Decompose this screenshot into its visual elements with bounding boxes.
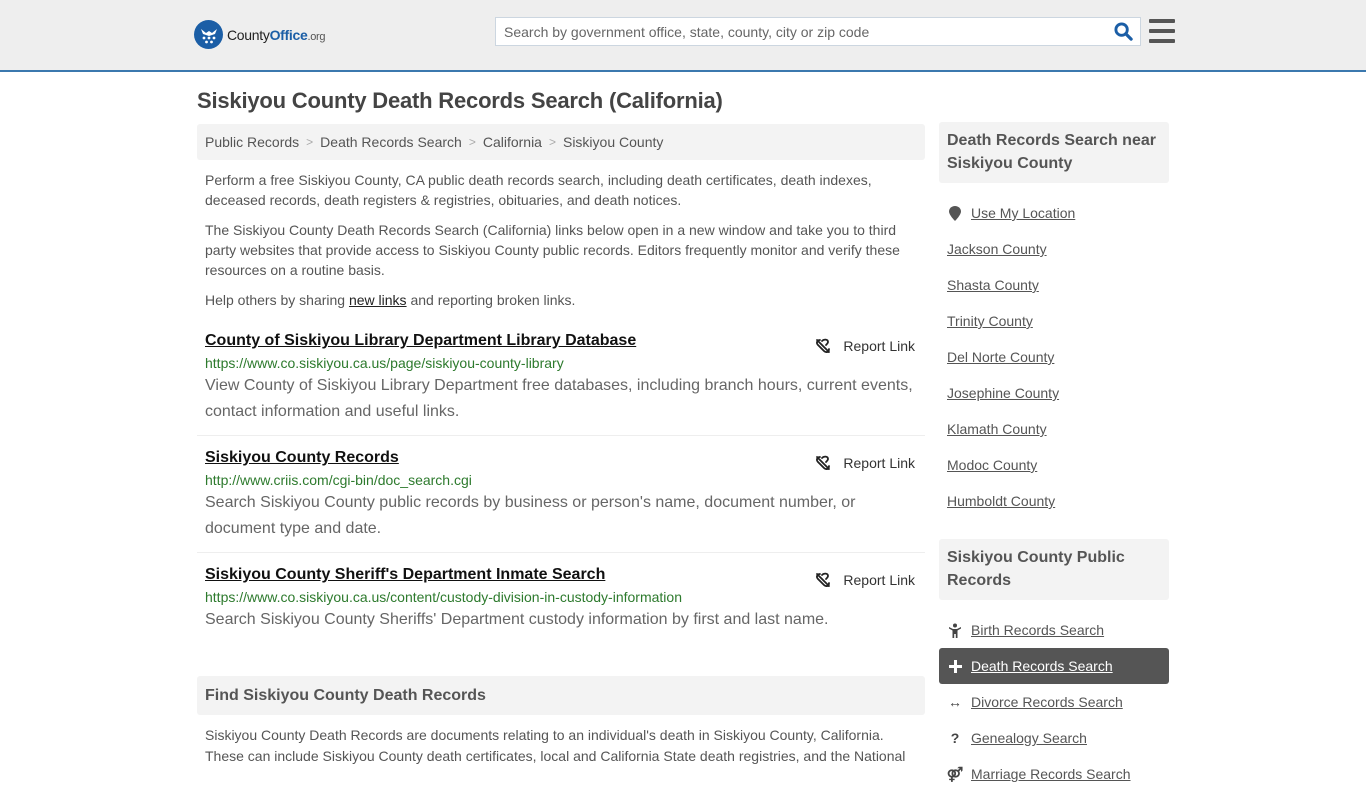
report-link-label: Report Link	[843, 455, 915, 471]
nearby-county-link[interactable]: Humboldt County	[947, 493, 1055, 509]
logo-text-county: County	[227, 26, 270, 43]
search-input[interactable]	[496, 18, 1106, 45]
nearby-county-link[interactable]: Jackson County	[947, 241, 1047, 257]
map-marker-icon	[947, 205, 963, 221]
site-header: CountyOffice.org	[0, 0, 1366, 72]
new-links-link[interactable]: new links	[349, 292, 407, 308]
link-title[interactable]: Siskiyou County Sheriff's Department Inm…	[205, 564, 605, 586]
nearby-county-link[interactable]: Klamath County	[947, 421, 1047, 437]
sidebar-item-divorce-records[interactable]: ↔ Divorce Records Search	[939, 684, 1169, 720]
breadcrumb-public-records[interactable]: Public Records	[205, 134, 299, 150]
breadcrumb: Public Records > Death Records Search > …	[197, 124, 925, 160]
breadcrumb-siskiyou-county: Siskiyou County	[562, 134, 664, 150]
child-icon	[947, 623, 963, 638]
nearby-county-item[interactable]: Shasta County	[939, 267, 1169, 303]
breadcrumb-separator: >	[548, 135, 556, 149]
link-item: Siskiyou County Records Report Link http…	[197, 436, 925, 553]
nearby-heading: Death Records Search near Siskiyou Count…	[939, 122, 1169, 183]
nearby-county-link[interactable]: Trinity County	[947, 313, 1033, 329]
report-link-button[interactable]: Report Link	[815, 455, 915, 471]
find-records-section: Find Siskiyou County Death Records Siski…	[197, 676, 925, 767]
sidebar: Death Records Search near Siskiyou Count…	[939, 122, 1169, 792]
nearby-county-link[interactable]: Josephine County	[947, 385, 1059, 401]
sidebar-item-marriage-records[interactable]: ⚤ Marriage Records Search	[939, 756, 1169, 792]
find-records-heading: Find Siskiyou County Death Records	[197, 676, 925, 715]
breadcrumb-death-records-search[interactable]: Death Records Search	[320, 134, 462, 150]
nearby-list: Use My Location Jackson County Shasta Co…	[939, 195, 1169, 519]
eagle-logo-icon	[194, 20, 223, 49]
broken-link-icon	[816, 572, 831, 587]
logo-text-org: .org	[307, 30, 326, 43]
intro-text: and reporting broken links.	[406, 292, 576, 308]
report-link-label: Report Link	[843, 572, 915, 588]
nearby-county-item[interactable]: Josephine County	[939, 375, 1169, 411]
use-my-location-item[interactable]: Use My Location	[939, 195, 1169, 231]
birth-records-link[interactable]: Birth Records Search	[971, 622, 1104, 638]
link-url: https://www.co.siskiyou.ca.us/content/cu…	[205, 589, 682, 605]
nearby-county-link[interactable]: Shasta County	[947, 277, 1039, 293]
intro-paragraph-3: Help others by sharing new links and rep…	[205, 290, 917, 310]
nearby-county-link[interactable]: Del Norte County	[947, 349, 1054, 365]
link-description: Search Siskiyou County public records by…	[205, 494, 856, 537]
intro-text: Help others by sharing	[205, 292, 349, 308]
genealogy-link[interactable]: Genealogy Search	[971, 730, 1087, 746]
menu-bar-icon	[1149, 39, 1175, 43]
nearby-county-item[interactable]: Klamath County	[939, 411, 1169, 447]
nearby-county-item[interactable]: Humboldt County	[939, 483, 1169, 519]
divorce-records-link[interactable]: Divorce Records Search	[971, 694, 1123, 710]
intro-paragraph-2: The Siskiyou County Death Records Search…	[205, 222, 900, 278]
intro-section: Perform a free Siskiyou County, CA publi…	[197, 170, 925, 310]
public-records-heading: Siskiyou County Public Records	[939, 539, 1169, 600]
site-logo[interactable]: CountyOffice.org	[194, 20, 326, 49]
report-link-button[interactable]: Report Link	[815, 338, 915, 354]
report-link-label: Report Link	[843, 338, 915, 354]
sidebar-item-birth-records[interactable]: Birth Records Search	[939, 612, 1169, 648]
nearby-county-item[interactable]: Trinity County	[939, 303, 1169, 339]
menu-bar-icon	[1149, 29, 1175, 33]
nearby-county-link[interactable]: Modoc County	[947, 457, 1037, 473]
main-content: Public Records > Death Records Search > …	[197, 124, 925, 764]
breadcrumb-separator: >	[306, 135, 314, 149]
logo-text-office: Office	[269, 26, 308, 43]
nearby-county-item[interactable]: Jackson County	[939, 231, 1169, 267]
find-records-text: Siskiyou County Death Records are docume…	[205, 727, 906, 764]
link-item: County of Siskiyou Library Department Li…	[197, 330, 925, 436]
nearby-county-item[interactable]: Del Norte County	[939, 339, 1169, 375]
breadcrumb-separator: >	[468, 135, 476, 149]
sidebar-item-death-records[interactable]: Death Records Search	[939, 648, 1169, 684]
links-list: County of Siskiyou Library Department Li…	[197, 330, 925, 643]
marriage-records-link[interactable]: Marriage Records Search	[971, 766, 1131, 782]
marriage-icon: ⚤	[946, 765, 964, 782]
arrows-horizontal-icon: ↔	[948, 694, 962, 710]
sidebar-item-genealogy[interactable]: ? Genealogy Search	[939, 720, 1169, 756]
report-link-button[interactable]: Report Link	[815, 572, 915, 588]
broken-link-icon	[816, 455, 831, 470]
page-title: Siskiyou County Death Records Search (Ca…	[197, 88, 723, 113]
link-item: Siskiyou County Sheriff's Department Inm…	[197, 553, 925, 643]
hamburger-menu-button[interactable]	[1149, 19, 1175, 43]
link-description: Search Siskiyou County Sheriffs' Departm…	[205, 611, 829, 628]
nearby-county-item[interactable]: Modoc County	[939, 447, 1169, 483]
link-title[interactable]: Siskiyou County Records	[205, 447, 399, 469]
menu-bar-icon	[1149, 19, 1175, 23]
search-button[interactable]	[1106, 18, 1140, 45]
intro-paragraph-1: Perform a free Siskiyou County, CA publi…	[205, 172, 872, 208]
link-url: http://www.criis.com/cgi-bin/doc_search.…	[205, 472, 472, 488]
link-description: View County of Siskiyou Library Departme…	[205, 377, 913, 420]
search-bar	[495, 17, 1141, 46]
link-title[interactable]: County of Siskiyou Library Department Li…	[205, 330, 636, 352]
search-icon	[1113, 22, 1133, 41]
use-my-location-link[interactable]: Use My Location	[971, 205, 1075, 221]
breadcrumb-california[interactable]: California	[483, 134, 542, 150]
logo-text: CountyOffice.org	[227, 26, 326, 43]
question-icon: ?	[950, 730, 960, 746]
death-records-link[interactable]: Death Records Search	[971, 658, 1113, 674]
public-records-list: Birth Records Search Death Records Searc…	[939, 612, 1169, 792]
link-url: https://www.co.siskiyou.ca.us/page/siski…	[205, 355, 564, 371]
plus-icon	[947, 659, 963, 673]
broken-link-icon	[816, 338, 831, 353]
